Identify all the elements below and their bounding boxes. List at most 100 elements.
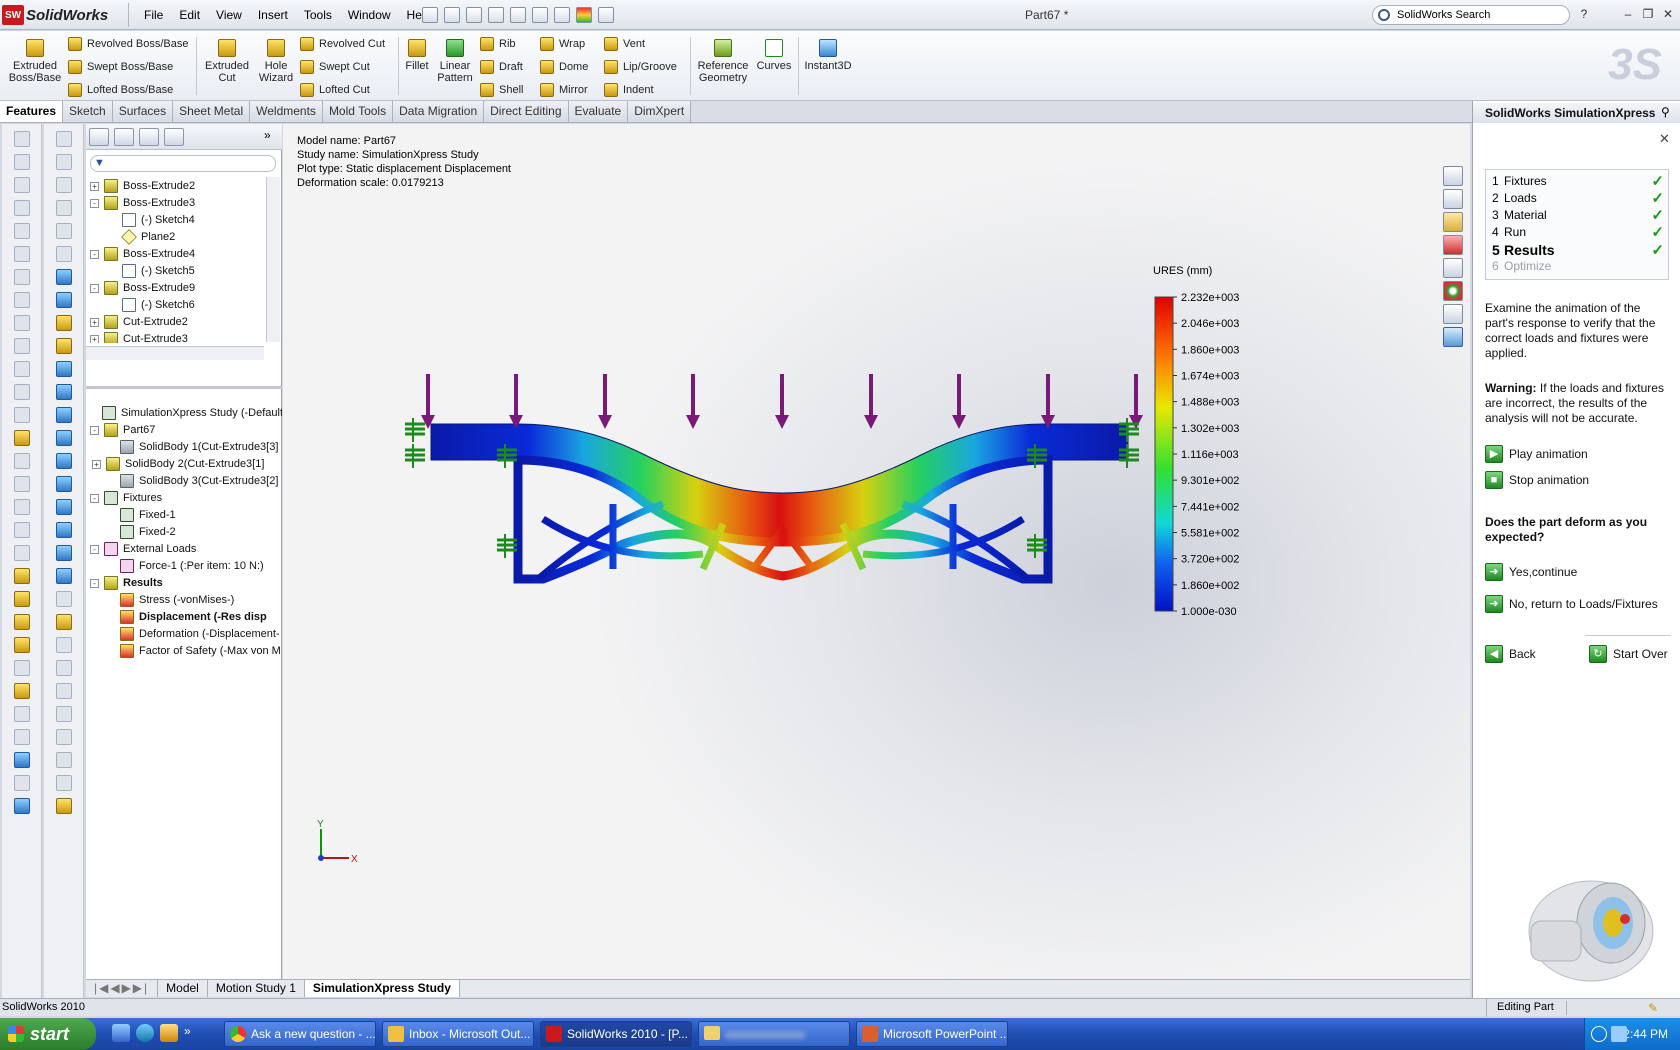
tree-filter-input[interactable]: ▼ — [90, 155, 276, 172]
arc-icon[interactable] — [13, 246, 30, 262]
feature-tree-item[interactable]: (-) Sketch6 — [108, 296, 195, 314]
rebuild-traffic-light-icon[interactable] — [576, 7, 592, 23]
feature-tree-item[interactable]: Plane2 — [108, 228, 175, 246]
save-icon[interactable] — [488, 7, 504, 23]
wrap-button[interactable]: Wrap — [540, 35, 588, 53]
mirror-entities-icon[interactable] — [13, 522, 30, 538]
view-orientation-icon[interactable] — [55, 131, 72, 147]
tab-features[interactable]: Features — [0, 101, 64, 122]
view-left-icon[interactable] — [55, 223, 72, 239]
expand-toggle-icon[interactable]: + — [90, 181, 99, 191]
shell-button[interactable]: Shell — [480, 81, 523, 99]
instant3d-button[interactable]: Instant3D — [802, 39, 854, 72]
wizard-step[interactable]: 2 Loads ✓ — [1492, 190, 1664, 207]
wizard-step[interactable]: 5 Results ✓ — [1492, 242, 1664, 259]
new-document-icon[interactable] — [444, 7, 460, 23]
smart-dimension-icon[interactable] — [13, 154, 30, 170]
curve-icon[interactable] — [13, 706, 30, 722]
tab-simulationxpress-study[interactable]: SimulationXpress Study — [304, 980, 460, 997]
play-animation-button[interactable]: ▶ Play animation — [1485, 445, 1588, 463]
expand-toggle-icon[interactable]: - — [90, 578, 99, 588]
appearance-icon[interactable] — [55, 614, 72, 630]
cube-dimetric-icon[interactable] — [55, 476, 72, 492]
simulation-tree-item[interactable]: Fixed-1 — [106, 506, 176, 524]
close-pane-icon[interactable]: ✕ — [1659, 131, 1670, 147]
tab-sketch[interactable]: Sketch — [63, 101, 113, 122]
view-back-icon[interactable] — [55, 200, 72, 216]
taskbar-item-powerpoint[interactable]: Microsoft PowerPoint ... — [856, 1021, 1008, 1047]
design-library-icon[interactable] — [1443, 189, 1463, 209]
slot-icon[interactable] — [13, 315, 30, 331]
tab-model[interactable]: Model — [158, 980, 208, 997]
sketch-chamfer-icon[interactable] — [13, 407, 30, 423]
extruded-boss-button[interactable]: Extruded Boss/Base — [8, 39, 62, 84]
back-button[interactable]: ◀ Back — [1485, 645, 1536, 663]
reference-plane-icon[interactable] — [13, 683, 30, 699]
trim-icon[interactable] — [13, 476, 30, 492]
close-window-button[interactable]: ✕ — [1660, 7, 1676, 21]
property-manager-tab-icon[interactable] — [114, 128, 134, 146]
fillet-feature-icon[interactable] — [13, 614, 30, 630]
extruded-cut-button[interactable]: Extruded Cut — [202, 39, 252, 84]
feature-tree-item[interactable]: (-) Sketch4 — [108, 211, 195, 229]
dimxpert-manager-tab-icon[interactable] — [164, 128, 184, 146]
simulation-tree-item[interactable]: SolidBody 1(Cut-Extrude3[3] — [106, 438, 278, 456]
perspective-icon[interactable] — [55, 775, 72, 791]
draft-button[interactable]: Draft — [480, 58, 523, 76]
open-folder-icon[interactable] — [466, 7, 482, 23]
expand-toggle-icon[interactable]: - — [90, 493, 99, 503]
offset-entities-icon[interactable] — [13, 430, 30, 446]
lofted-cut-button[interactable]: Lofted Cut — [300, 81, 385, 99]
simulation-tree-item[interactable]: Fixed-2 — [106, 523, 176, 541]
rebuild-status-icon[interactable]: ✎ — [1648, 1000, 1658, 1016]
quick-launch-overflow-icon[interactable]: » — [184, 1024, 191, 1042]
chamfer-feature-icon[interactable] — [13, 637, 30, 653]
cube-isometric-icon[interactable] — [55, 384, 72, 400]
view-right-icon[interactable] — [55, 246, 72, 262]
cube-front-icon[interactable] — [55, 453, 72, 469]
note-icon[interactable] — [55, 798, 72, 814]
expand-toggle-icon[interactable]: - — [90, 249, 99, 259]
menu-tools[interactable]: Tools — [296, 6, 340, 24]
search-input[interactable]: SolidWorks Search — [1372, 5, 1570, 25]
point-icon[interactable] — [13, 361, 30, 377]
expand-panel-chevron-icon[interactable]: » — [264, 128, 271, 142]
swept-boss-button[interactable]: Swept Boss/Base — [68, 58, 189, 76]
feature-tree-item[interactable]: + Boss-Extrude2 — [90, 177, 195, 195]
simulation-tree-item[interactable]: Factor of Safety (-Max von M — [106, 642, 281, 660]
simulation-tree-item[interactable]: Force-1 (:Per item: 10 N:) — [106, 557, 264, 575]
restore-window-button[interactable]: ❐ — [1640, 7, 1656, 21]
tab-motion-study[interactable]: Motion Study 1 — [208, 980, 305, 997]
menu-window[interactable]: Window — [340, 6, 399, 24]
search-tab-icon[interactable] — [1443, 235, 1463, 255]
tab-evaluate[interactable]: Evaluate — [568, 101, 629, 122]
menu-view[interactable]: View — [208, 6, 250, 24]
feature-manager-tab-icon[interactable] — [89, 128, 109, 146]
menu-insert[interactable]: Insert — [250, 6, 296, 24]
sketch-fillet-icon[interactable] — [13, 384, 30, 400]
expand-toggle-icon[interactable]: - — [90, 544, 99, 554]
simulation-tree-item[interactable]: - External Loads — [90, 540, 196, 558]
show-desktop-icon[interactable] — [112, 1024, 130, 1042]
start-over-button[interactable]: ↻ Start Over — [1589, 645, 1668, 663]
cut-feature-icon[interactable] — [13, 591, 30, 607]
configuration-manager-tab-icon[interactable] — [139, 128, 159, 146]
pin-icon[interactable] — [422, 7, 438, 23]
simulation-icon[interactable] — [13, 752, 30, 768]
3d-sketch-icon[interactable] — [55, 292, 72, 308]
wizard-step[interactable]: 4 Run ✓ — [1492, 224, 1664, 241]
select-pointer-icon[interactable] — [554, 7, 570, 23]
tab-direct-editing[interactable]: Direct Editing — [484, 101, 569, 122]
dome-button[interactable]: Dome — [540, 58, 588, 76]
polygon-icon[interactable] — [13, 292, 30, 308]
feature-tree-item[interactable]: - Boss-Extrude4 — [90, 245, 195, 263]
expand-toggle-icon[interactable]: + — [90, 334, 99, 343]
taskbar-item-outlook[interactable]: Inbox - Microsoft Out... — [382, 1021, 534, 1047]
swept-cut-button[interactable]: Swept Cut — [300, 58, 385, 76]
expand-toggle-icon[interactable]: - — [90, 198, 99, 208]
move-entities-icon[interactable] — [13, 545, 30, 561]
axis-icon[interactable] — [55, 361, 72, 377]
expand-toggle-icon[interactable]: - — [90, 283, 99, 293]
section-view-icon[interactable] — [55, 568, 72, 584]
lofted-boss-button[interactable]: Lofted Boss/Base — [68, 81, 189, 99]
